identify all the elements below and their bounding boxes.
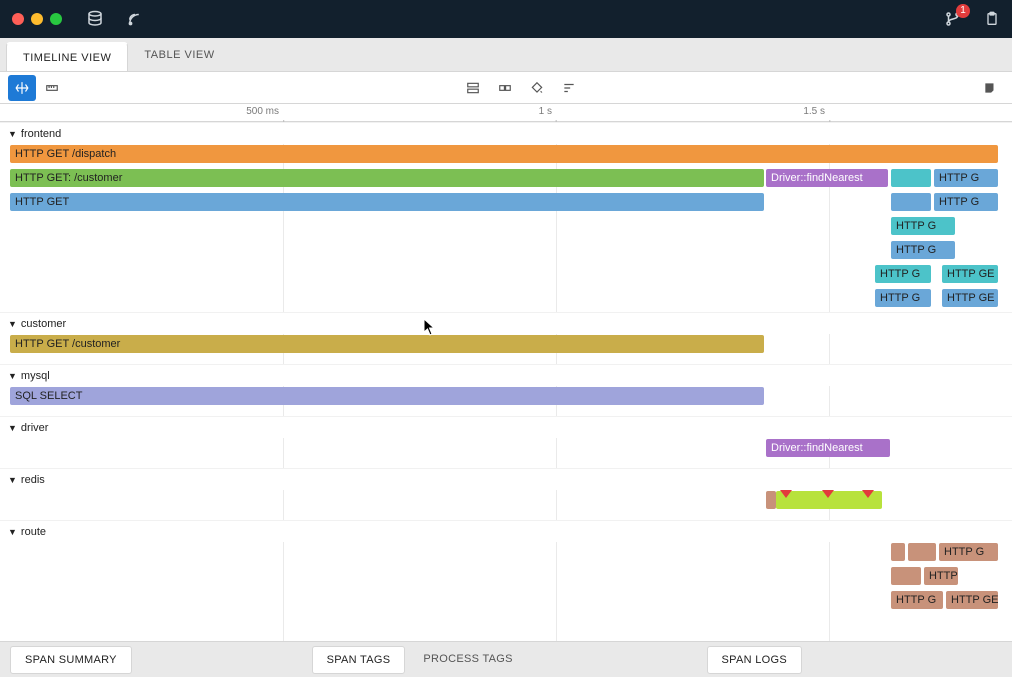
span-bar[interactable]: HTTP GE xyxy=(946,591,998,609)
span-bar[interactable] xyxy=(891,543,905,561)
error-marker-icon xyxy=(862,490,874,498)
span-bar[interactable]: HTTP G xyxy=(875,289,931,307)
tab-table-view[interactable]: TABLE VIEW xyxy=(128,38,230,71)
branch-icon[interactable]: 1 xyxy=(944,10,962,28)
span-bar[interactable]: HTTP G xyxy=(939,543,998,561)
span-row: SQL SELECT xyxy=(0,386,1012,408)
tab-span-logs[interactable]: SPAN LOGS xyxy=(707,646,802,674)
span-bar[interactable] xyxy=(891,193,931,211)
tab-timeline-view[interactable]: TIMELINE VIEW xyxy=(6,42,128,71)
span-row: HTTP GET: /customerDriver::findNearest HT… xyxy=(0,168,1012,190)
clipboard-icon[interactable] xyxy=(984,10,1000,28)
span-bar[interactable]: HTTP G xyxy=(891,217,955,235)
section-label: customer xyxy=(21,318,66,330)
span-bar[interactable]: HTTP G xyxy=(934,169,998,187)
section-header-route[interactable]: ▼ route xyxy=(0,520,1012,542)
span-bar[interactable]: HTTP GET xyxy=(10,193,764,211)
tab-span-tags[interactable]: SPAN TAGS xyxy=(312,646,406,674)
color-button[interactable] xyxy=(523,75,551,101)
span-row xyxy=(0,490,1012,512)
timeline-canvas[interactable]: ▼ frontend HTTP GET /dispatch HTTP GET: /cu… xyxy=(0,122,1012,641)
ruler-tool-button[interactable] xyxy=(38,75,66,101)
view-tabs: TIMELINE VIEW TABLE VIEW xyxy=(0,38,1012,72)
section-header-mysql[interactable]: ▼ mysql xyxy=(0,364,1012,386)
span-row: HTTP G xyxy=(0,542,1012,564)
span-bar[interactable]: HTTP G xyxy=(875,265,931,283)
section-header-redis[interactable]: ▼ redis xyxy=(0,468,1012,490)
minimize-window-button[interactable] xyxy=(31,13,43,25)
chevron-down-icon: ▼ xyxy=(8,319,17,329)
span-bar[interactable]: HTTP GET /dispatch xyxy=(10,145,998,163)
timeline-toolbar xyxy=(0,72,1012,104)
span-bar[interactable]: HTTP GET /customer xyxy=(10,335,764,353)
chevron-down-icon: ▼ xyxy=(8,371,17,381)
span-bar[interactable]: HTTP GE xyxy=(942,265,998,283)
ruler-tick: 1 s xyxy=(539,106,556,117)
span-bar[interactable] xyxy=(766,491,776,509)
section-header-customer[interactable]: ▼ customer xyxy=(0,312,1012,334)
span-row: HTTP G HTTP GE xyxy=(0,264,1012,286)
section-header-driver[interactable]: ▼ driver xyxy=(0,416,1012,438)
notification-badge: 1 xyxy=(956,4,970,18)
error-marker-icon xyxy=(780,490,792,498)
span-bar[interactable]: HTTP GE xyxy=(942,289,998,307)
ruler-tick: 500 ms xyxy=(246,106,283,117)
section-label: mysql xyxy=(21,370,50,382)
collapse-button[interactable] xyxy=(459,75,487,101)
section-label: route xyxy=(21,526,46,538)
time-ruler: 500 ms 1 s 1.5 s xyxy=(0,104,1012,122)
fit-button[interactable] xyxy=(491,75,519,101)
detail-tabs: SPAN SUMMARY SPAN TAGS PROCESS TAGS SPAN… xyxy=(0,641,1012,677)
span-bar[interactable]: SQL SELECT xyxy=(10,387,764,405)
span-row: HTTP G xyxy=(0,216,1012,238)
span-bar[interactable] xyxy=(891,169,931,187)
notes-button[interactable] xyxy=(976,75,1004,101)
span-bar[interactable]: HTTP G xyxy=(891,241,955,259)
close-window-button[interactable] xyxy=(12,13,24,25)
chevron-down-icon: ▼ xyxy=(8,475,17,485)
span-bar[interactable] xyxy=(908,543,936,561)
pan-tool-button[interactable] xyxy=(8,75,36,101)
section-label: driver xyxy=(21,422,49,434)
span-row: HTTP G xyxy=(0,240,1012,262)
span-bar[interactable]: HTTP G xyxy=(924,567,958,585)
span-row: HTTP GET /dispatch xyxy=(0,144,1012,166)
span-bar[interactable]: Driver::findNearest xyxy=(766,439,890,457)
span-row: HTTP GET HTTP G xyxy=(0,192,1012,214)
span-bar[interactable]: HTTP GET: /customer xyxy=(10,169,764,187)
span-row: HTTP G HTTP GE xyxy=(0,288,1012,310)
tab-process-tags[interactable]: PROCESS TAGS xyxy=(409,646,526,674)
span-bar[interactable]: Driver::findNearest xyxy=(766,169,888,187)
window-controls xyxy=(12,13,62,25)
chevron-down-icon: ▼ xyxy=(8,129,17,139)
span-row: HTTP G xyxy=(0,566,1012,588)
span-row: HTTP GET /customer xyxy=(0,334,1012,356)
span-bar[interactable]: HTTP G xyxy=(891,591,943,609)
error-marker-icon xyxy=(822,490,834,498)
section-header-frontend[interactable]: ▼ frontend xyxy=(0,122,1012,144)
span-bar[interactable] xyxy=(891,567,921,585)
tab-span-summary[interactable]: SPAN SUMMARY xyxy=(10,646,132,674)
section-label: redis xyxy=(21,474,45,486)
chevron-down-icon: ▼ xyxy=(8,527,17,537)
maximize-window-button[interactable] xyxy=(50,13,62,25)
section-label: frontend xyxy=(21,128,61,140)
span-row: HTTP GHTTP GE xyxy=(0,590,1012,612)
database-icon[interactable] xyxy=(86,10,104,28)
window-titlebar: 1 xyxy=(0,0,1012,38)
span-row: Driver::findNearest xyxy=(0,438,1012,460)
ruler-tick: 1.5 s xyxy=(803,106,829,117)
span-bar[interactable]: HTTP G xyxy=(934,193,998,211)
chevron-down-icon: ▼ xyxy=(8,423,17,433)
sort-button[interactable] xyxy=(555,75,583,101)
broadcast-icon[interactable] xyxy=(126,10,144,28)
